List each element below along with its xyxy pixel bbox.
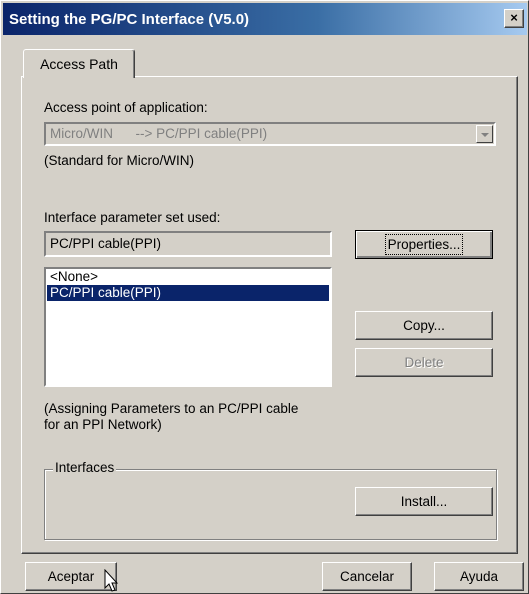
cancel-button[interactable]: Cancelar (322, 562, 412, 591)
access-point-select[interactable]: Micro/WIN --> PC/PPI cable(PPI) (44, 122, 496, 146)
dialog-window: Setting the PG/PC Interface (V5.0) × Acc… (0, 0, 529, 594)
assign-description-line1: (Assigning Parameters to an PC/PPI cable (44, 401, 299, 416)
title-bar[interactable]: Setting the PG/PC Interface (V5.0) × (3, 3, 527, 35)
install-button[interactable]: Install... (355, 487, 493, 516)
help-button[interactable]: Ayuda (434, 562, 524, 591)
list-item[interactable]: PC/PPI cable(PPI) (47, 285, 329, 301)
interface-param-label: Interface parameter set used: (44, 210, 221, 225)
properties-button[interactable]: Properties... (355, 230, 493, 259)
assign-description-line2: for an PPI Network) (44, 417, 162, 432)
copy-button[interactable]: Copy... (355, 311, 493, 340)
list-item[interactable]: <None> (47, 269, 329, 285)
chevron-down-icon[interactable] (476, 125, 493, 143)
mouse-cursor-icon (104, 569, 119, 592)
interfaces-group-label: Interfaces (53, 460, 117, 475)
interface-param-list[interactable]: <None> PC/PPI cable(PPI) (44, 267, 332, 387)
access-point-label: Access point of application: (44, 100, 208, 115)
delete-button[interactable]: Delete (355, 348, 493, 377)
access-point-value: Micro/WIN --> PC/PPI cable(PPI) (50, 126, 268, 141)
tab-access-path[interactable]: Access Path (23, 49, 135, 78)
tab-label: Access Path (40, 56, 118, 72)
window-title: Setting the PG/PC Interface (V5.0) (9, 10, 250, 28)
access-point-description: (Standard for Micro/WIN) (44, 153, 195, 168)
close-icon[interactable]: × (504, 9, 524, 28)
interface-param-field: PC/PPI cable(PPI) (44, 231, 332, 257)
